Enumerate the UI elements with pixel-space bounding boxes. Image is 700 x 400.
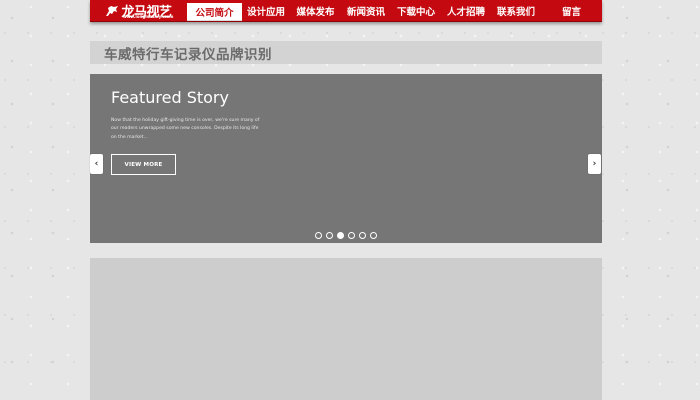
page-title: 车威特行车记录仪品牌识别 bbox=[90, 41, 602, 64]
nav-item-message[interactable]: 留言 bbox=[541, 0, 602, 21]
featured-slider: Featured Story Now that the holiday gift… bbox=[90, 74, 602, 243]
slider-dot[interactable] bbox=[315, 232, 322, 239]
slider-body: Now that the holiday gift-giving time is… bbox=[111, 118, 260, 140]
nav-item-downloads[interactable]: 下载中心 bbox=[391, 0, 441, 21]
slider-dot[interactable] bbox=[370, 232, 377, 239]
slider-prev-button[interactable]: ‹ bbox=[90, 154, 103, 174]
slider-next-button[interactable]: › bbox=[588, 154, 601, 174]
nav-item-about[interactable]: 公司简介 bbox=[187, 0, 242, 21]
logo-subtext: www.longmashiyi.com bbox=[123, 14, 174, 19]
site-logo[interactable]: 龙马视艺 www.longmashiyi.com bbox=[90, 0, 187, 21]
main-nav: 龙马视艺 www.longmashiyi.com 公司简介 设计应用 媒体发布 … bbox=[90, 0, 602, 22]
nav-item-careers[interactable]: 人才招聘 bbox=[441, 0, 491, 21]
view-more-button[interactable]: VIEW MORE bbox=[111, 154, 176, 175]
nav-item-news[interactable]: 新闻资讯 bbox=[341, 0, 391, 21]
nav-item-media[interactable]: 媒体发布 bbox=[290, 0, 341, 21]
slider-pagination bbox=[90, 232, 602, 239]
slider-dot[interactable] bbox=[326, 232, 333, 239]
nav-item-contact[interactable]: 联系我们 bbox=[491, 0, 541, 21]
slider-dot[interactable] bbox=[359, 232, 366, 239]
slider-dot[interactable] bbox=[337, 232, 344, 239]
slider-heading: Featured Story bbox=[111, 88, 229, 107]
chevron-right-icon: › bbox=[592, 159, 597, 169]
slider-dot[interactable] bbox=[348, 232, 355, 239]
horse-logo-icon bbox=[105, 5, 119, 17]
page-title-text: 车威特行车记录仪品牌识别 bbox=[104, 46, 272, 63]
content-panel bbox=[90, 258, 602, 400]
nav-item-design[interactable]: 设计应用 bbox=[242, 0, 290, 21]
chevron-left-icon: ‹ bbox=[94, 159, 99, 169]
